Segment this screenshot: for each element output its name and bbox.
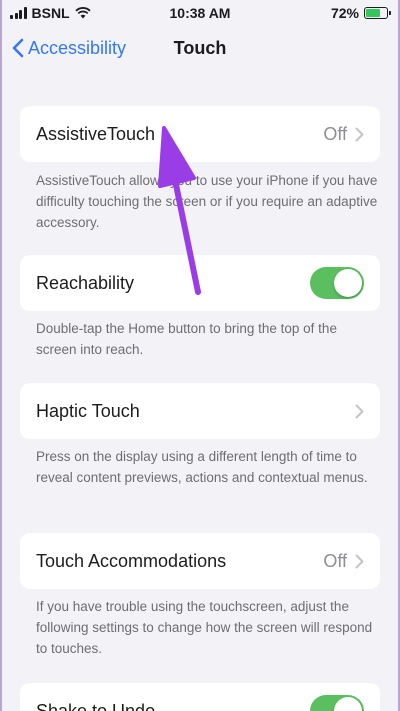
- chevron-right-icon: [355, 127, 364, 141]
- back-label: Accessibility: [28, 37, 127, 58]
- haptic-touch-row[interactable]: Haptic Touch: [20, 383, 380, 439]
- shake-to-undo-row: Shake to Undo: [20, 683, 380, 711]
- chevron-right-icon: [355, 404, 364, 418]
- shake-to-undo-toggle[interactable]: [310, 695, 364, 711]
- navigation-bar: Accessibility Touch: [2, 26, 398, 70]
- annotation-arrow-icon: [158, 126, 201, 295]
- chevron-right-icon: [355, 554, 364, 568]
- back-button[interactable]: Accessibility: [12, 38, 126, 59]
- assistive-touch-value: Off: [323, 123, 347, 144]
- touch-accommodations-row[interactable]: Touch Accommodations Off: [20, 533, 380, 589]
- page-title: Touch: [173, 37, 227, 58]
- chevron-left-icon: [12, 38, 24, 58]
- status-time: 10:38 AM: [169, 5, 231, 21]
- status-bar: BSNL 10:38 AM 72%: [2, 0, 398, 26]
- reachability-toggle[interactable]: [310, 267, 364, 299]
- touch-accommodations-footer: If you have trouble using the touchscree…: [36, 599, 373, 656]
- battery-charging-icon: [364, 7, 391, 19]
- haptic-touch-footer: Press on the display using a different l…: [36, 449, 368, 485]
- touch-accommodations-label: Touch Accommodations: [36, 550, 227, 571]
- touch-accommodations-value: Off: [323, 550, 347, 571]
- settings-screen: BSNL 10:38 AM 72% Accessibility Touch As…: [0, 0, 400, 711]
- haptic-touch-label: Haptic Touch: [36, 400, 140, 421]
- reachability-footer: Double-tap the Home button to bring the …: [36, 321, 337, 357]
- shake-to-undo-label: Shake to Undo: [36, 700, 156, 711]
